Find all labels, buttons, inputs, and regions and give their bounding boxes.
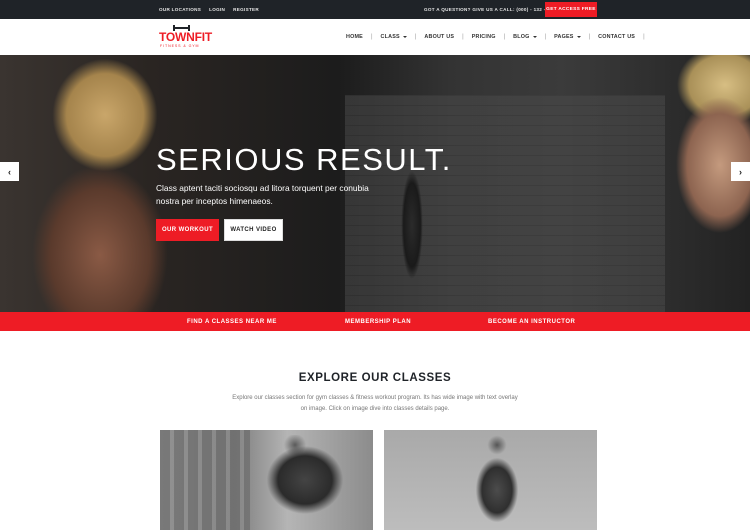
link-register[interactable]: REGISTER [233, 7, 259, 12]
nav-separator: | [544, 34, 547, 40]
nav-separator: | [462, 34, 464, 40]
nav-item-contact-us[interactable]: CONTACT US [598, 34, 635, 40]
hero-title: SERIOUS RESULT. [156, 142, 452, 177]
top-bar: OUR LOCATIONS LOGIN REGISTER GOT A QUEST… [0, 0, 750, 19]
logo-name: TOWNFIT [159, 30, 213, 44]
nav-separator: | [503, 34, 506, 40]
slider-next-arrow-icon[interactable]: › [731, 162, 750, 181]
hero-text: Class aptent taciti sociosqu ad litora t… [156, 183, 369, 206]
nav-item-blog[interactable]: BLOG [513, 34, 537, 40]
dumbbell-icon [173, 25, 190, 31]
quick-links-strip: FIND A CLASSES NEAR ME MEMBERSHIP PLAN B… [0, 312, 750, 331]
watch-video-button[interactable]: WATCH VIDEO [224, 219, 283, 241]
our-workout-button[interactable]: OUR WORKOUT [156, 219, 219, 241]
chevron-down-icon [576, 36, 581, 38]
nav-item-pricing[interactable]: PRICING [472, 34, 496, 40]
link-login[interactable]: LOGIN [209, 7, 225, 12]
nav-label: CONTACT US [598, 34, 636, 40]
explore-title: EXPLORE OUR CLASSES [298, 372, 452, 384]
link-become-instructor[interactable]: BECOME AN INSTRUCTOR [488, 312, 575, 331]
chevron-down-icon [402, 36, 407, 38]
nav-item-about-us[interactable]: ABOUT US [424, 34, 454, 40]
nav-separator: | [414, 34, 417, 40]
nav-separator: | [643, 34, 645, 40]
nav-label: HOME [346, 34, 363, 40]
slider-prev-arrow-icon[interactable]: ‹ [0, 162, 19, 181]
nav-label: BLOG [513, 34, 530, 40]
link-our-locations[interactable]: OUR LOCATIONS [159, 7, 201, 12]
class-card[interactable] [384, 430, 597, 530]
link-find-classes[interactable]: FIND A CLASSES NEAR ME [187, 312, 277, 331]
nav-label: CLASS [380, 34, 400, 40]
call-text: GOT A QUESTION? GIVE US A CALL: (000) - … [424, 7, 559, 12]
nav-separator: | [370, 34, 373, 40]
top-links: OUR LOCATIONS LOGIN REGISTER [159, 0, 259, 19]
class-card[interactable] [160, 430, 373, 530]
hero-image-right-athlete [640, 55, 750, 312]
link-membership-plan[interactable]: MEMBERSHIP PLAN [345, 312, 411, 331]
class-card-image-buildings [160, 430, 250, 530]
class-card-image-athlete [459, 435, 534, 530]
chevron-down-icon [532, 36, 537, 38]
explore-description: Explore our classes section for gym clas… [232, 395, 518, 412]
nav-label: PAGES [554, 34, 574, 40]
nav-label: PRICING [471, 34, 496, 40]
logo[interactable]: TOWNFIT FITNESS & GYM [159, 22, 212, 52]
nav-label: ABOUT US [424, 34, 455, 40]
logo-tagline: FITNESS & GYM [160, 44, 200, 48]
hero-slider: SERIOUS RESULT. Class aptent taciti soci… [0, 55, 750, 312]
main-nav: HOME | CLASS | ABOUT US | PRICING | BLOG… [346, 19, 653, 55]
get-access-free-button[interactable]: GET ACCESS FREE [545, 2, 597, 17]
class-card-image-athlete [255, 435, 355, 530]
nav-separator: | [588, 34, 591, 40]
nav-item-home[interactable]: HOME [346, 34, 363, 40]
nav-item-class[interactable]: CLASS [381, 34, 407, 40]
hero-background-wall [345, 95, 665, 312]
site-header: TOWNFIT FITNESS & GYM HOME | CLASS | ABO… [0, 19, 750, 55]
nav-item-pages[interactable]: PAGES [554, 34, 581, 40]
